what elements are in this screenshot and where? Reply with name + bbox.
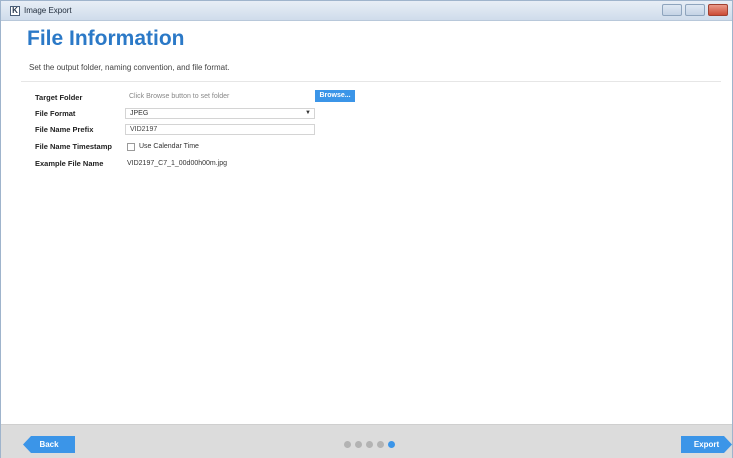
example-file-name-value: VID2197_C7_1_00d00h00m.jpg [127,160,228,167]
example-file-name-label: Example File Name [35,159,104,168]
divider [21,81,721,82]
file-format-value: JPEG [130,110,149,117]
file-name-prefix-label: File Name Prefix [35,125,94,134]
step-indicator [344,441,395,448]
page-subtitle: Set the output folder, naming convention… [29,63,230,72]
wizard-footer: Back Export [1,424,732,458]
chevron-down-icon: ▼ [305,110,311,116]
use-calendar-time-checkbox[interactable] [127,143,135,151]
app-icon: K [10,6,20,16]
browse-button[interactable]: Browse... [315,90,355,102]
close-icon[interactable] [708,4,728,16]
step-dot [366,441,373,448]
step-dot-current [388,441,395,448]
minimize-icon[interactable] [662,4,682,16]
step-dot [355,441,362,448]
target-folder-label: Target Folder [35,93,83,102]
step-dot [377,441,384,448]
file-name-prefix-input[interactable] [125,124,315,135]
use-calendar-time-label[interactable]: Use Calendar Time [139,143,199,150]
file-format-label: File Format [35,109,76,118]
window-controls [662,4,728,16]
image-export-window: K Image Export File Information Set the … [0,0,733,458]
target-folder-hint: Click Browse button to set folder [129,93,230,100]
file-format-select[interactable]: JPEG ▼ [125,108,315,119]
file-name-timestamp-label: File Name Timestamp [35,142,112,151]
window-title: Image Export [24,6,72,15]
export-button[interactable]: Export [681,436,732,453]
back-button[interactable]: Back [23,436,75,453]
maximize-icon[interactable] [685,4,705,16]
step-dot [344,441,351,448]
page-title: File Information [27,27,185,50]
title-bar[interactable]: K Image Export [1,1,732,21]
